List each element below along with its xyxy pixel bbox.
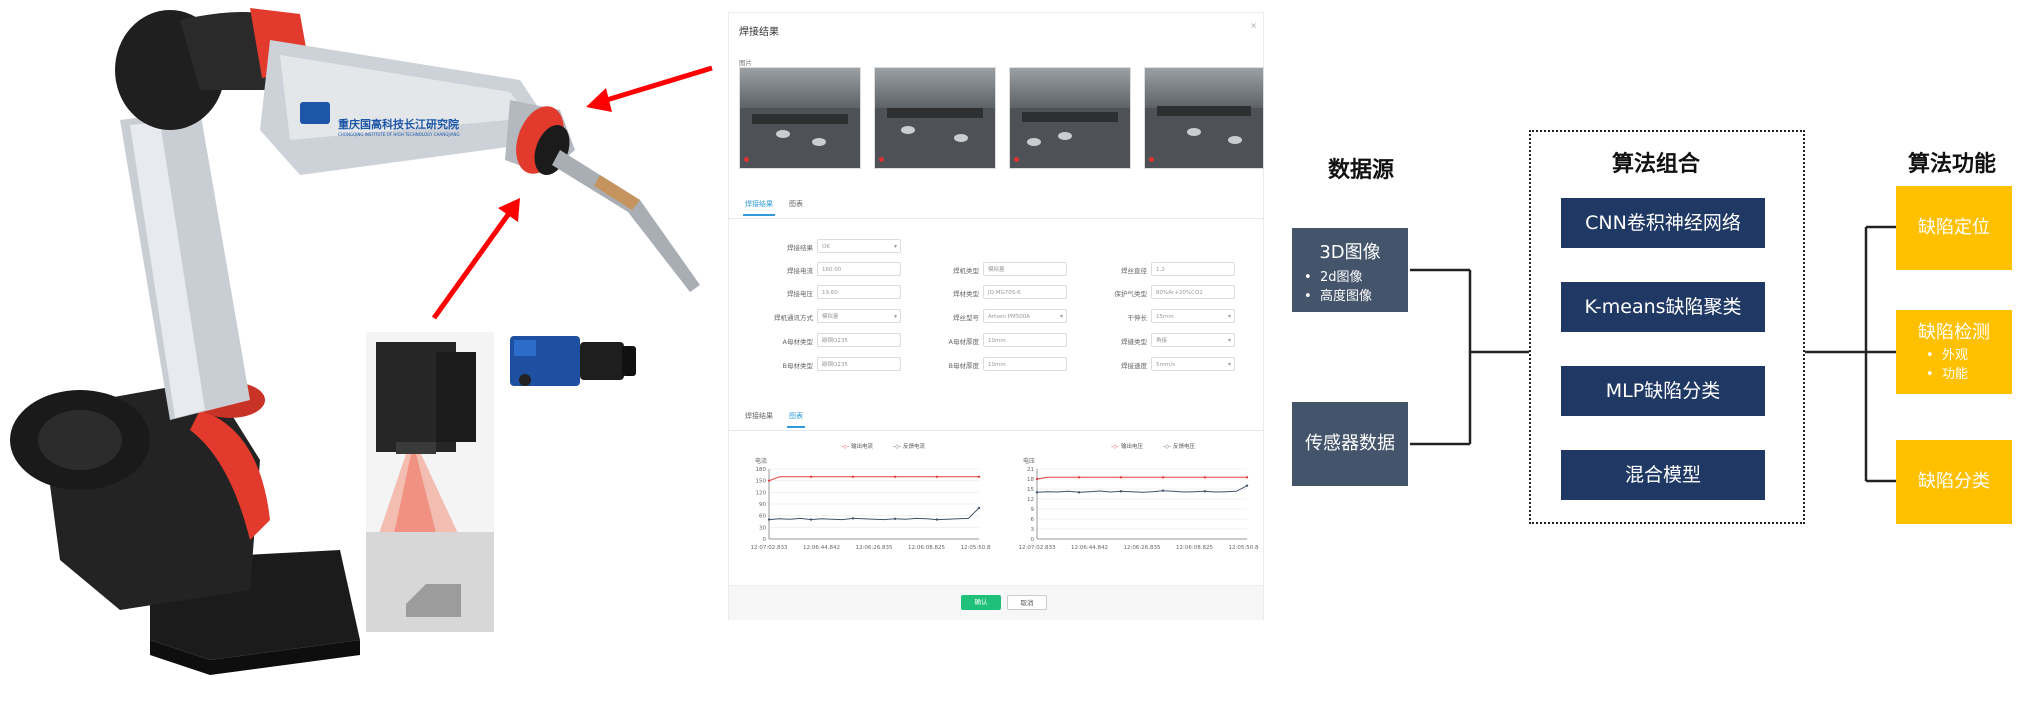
function-classify-box: 缺陷分类 — [1896, 440, 2012, 524]
function-detect-box: 缺陷检测 • 外观 • 功能 — [1896, 310, 2012, 394]
function-detect-title: 缺陷检测 — [1918, 322, 1990, 343]
function-detect-item: • 功能 — [1926, 367, 1968, 382]
function-detect-item: • 外观 — [1926, 348, 1968, 363]
source-3d-image-box: 3D图像 • 2d图像 • 高度图像 — [1292, 228, 1408, 312]
function-locate-box: 缺陷定位 — [1896, 186, 2012, 270]
heading-algorithm-function: 算法功能 — [1908, 152, 1997, 177]
heading-data-source: 数据源 — [1328, 158, 1395, 183]
algorithm-cnn-box: CNN卷积神经网络 — [1561, 198, 1765, 248]
source-3d-item: • 高度图像 — [1304, 289, 1372, 304]
source-3d-title: 3D图像 — [1319, 242, 1381, 263]
algorithm-mlp-box: MLP缺陷分类 — [1561, 366, 1765, 416]
source-3d-item: • 2d图像 — [1304, 270, 1363, 285]
algorithm-hybrid-box: 混合模型 — [1561, 450, 1765, 500]
algorithm-kmeans-box: K-means缺陷聚类 — [1561, 282, 1765, 332]
source-sensor-box: 传感器数据 — [1292, 402, 1408, 486]
